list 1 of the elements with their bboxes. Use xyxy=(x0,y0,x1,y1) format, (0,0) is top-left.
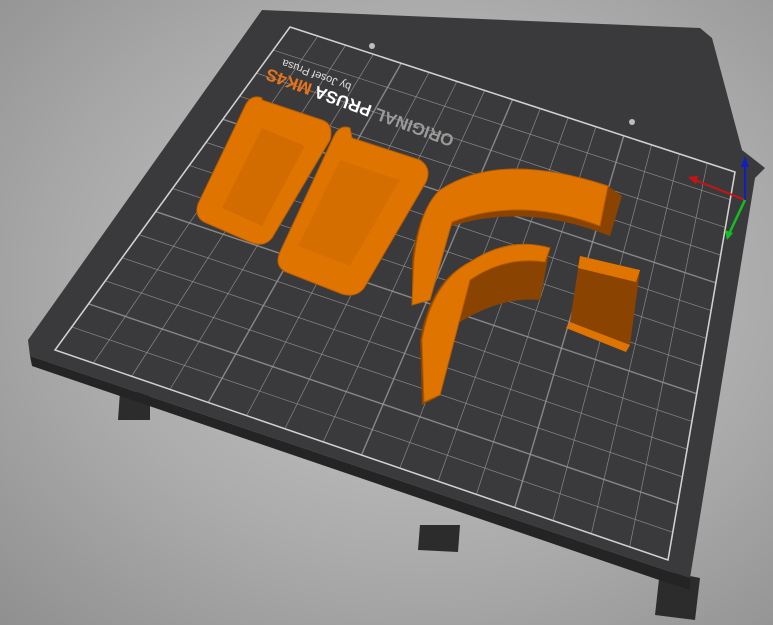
axes-icon xyxy=(688,156,749,240)
